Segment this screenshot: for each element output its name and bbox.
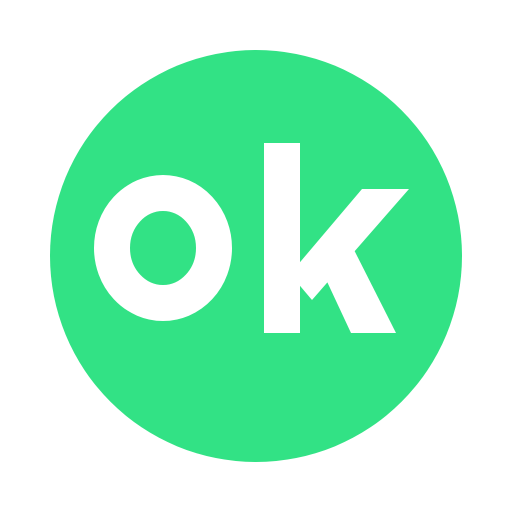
app-canvas: ok	[0, 0, 512, 512]
ok-badge-graphic: ok	[94, 143, 409, 333]
letter-o	[94, 175, 232, 321]
letter-k	[264, 143, 409, 333]
badge-label: ok	[255, 255, 257, 257]
ok-badge-button[interactable]: ok	[50, 50, 462, 462]
